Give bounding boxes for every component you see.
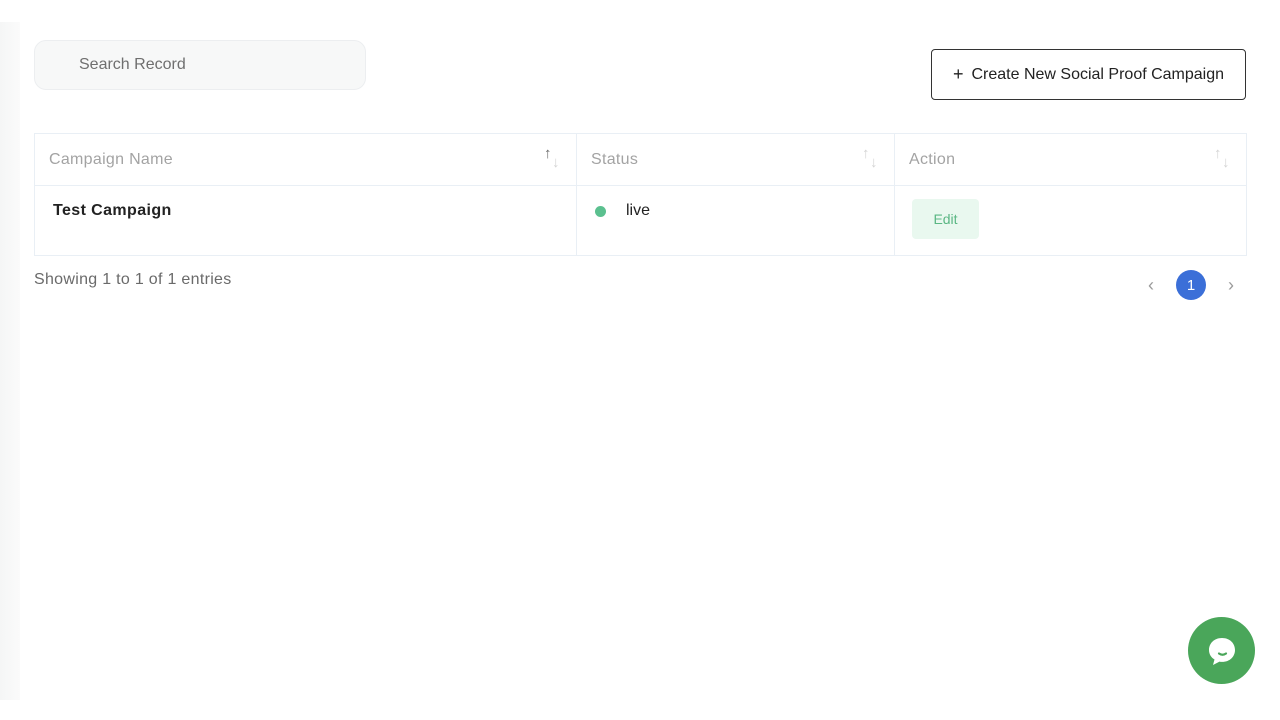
sort-up-arrow-icon: ↑ (1214, 145, 1222, 162)
sort-down-arrow-icon: ↓ (1222, 154, 1230, 171)
sort-icon[interactable]: ↑ ↓ (544, 146, 564, 174)
sort-icon[interactable]: ↑ ↓ (1214, 146, 1234, 174)
chevron-left-icon[interactable]: ‹ (1140, 275, 1162, 296)
cell-status: live (576, 185, 895, 256)
page-button-current[interactable]: 1 (1176, 270, 1206, 300)
sort-up-arrow-icon: ↑ (544, 145, 552, 162)
pagination: ‹ 1 › (1140, 270, 1242, 300)
column-label: Campaign Name (49, 150, 173, 168)
table-header-row: Campaign Name ↑ ↓ Status ↑ ↓ Action ↑ ↓ (34, 133, 1247, 186)
campaigns-table: Campaign Name ↑ ↓ Status ↑ ↓ Action ↑ ↓ (34, 133, 1247, 256)
column-label: Action (909, 150, 956, 168)
search-box[interactable] (34, 40, 366, 90)
campaign-name: Test Campaign (53, 202, 172, 219)
sort-icon[interactable]: ↑ ↓ (862, 146, 882, 174)
sort-down-arrow-icon: ↓ (552, 154, 560, 171)
column-header-campaign-name[interactable]: Campaign Name ↑ ↓ (34, 133, 577, 186)
create-campaign-button[interactable]: + Create New Social Proof Campaign (931, 49, 1246, 100)
column-label: Status (591, 150, 639, 168)
sort-up-arrow-icon: ↑ (862, 145, 870, 162)
column-header-status[interactable]: Status ↑ ↓ (576, 133, 895, 186)
plus-icon: + (952, 63, 964, 84)
chat-bubble-icon (1208, 637, 1235, 665)
search-input[interactable] (79, 56, 365, 74)
status-badge: live (626, 202, 651, 219)
cell-campaign-name: Test Campaign (34, 185, 577, 256)
cell-action: Edit (894, 185, 1247, 256)
chat-widget-button[interactable] (1188, 617, 1255, 684)
table-row: Test Campaign live Edit (34, 185, 1247, 256)
edit-button[interactable]: Edit (912, 199, 979, 239)
sort-down-arrow-icon: ↓ (870, 154, 878, 171)
create-campaign-label: Create New Social Proof Campaign (971, 65, 1225, 83)
column-header-action[interactable]: Action ↑ ↓ (894, 133, 1247, 186)
sidebar-edge (0, 22, 20, 700)
chevron-right-icon[interactable]: › (1220, 275, 1242, 296)
status-dot-icon (595, 205, 606, 217)
entries-summary: Showing 1 to 1 of 1 entries (34, 271, 232, 288)
